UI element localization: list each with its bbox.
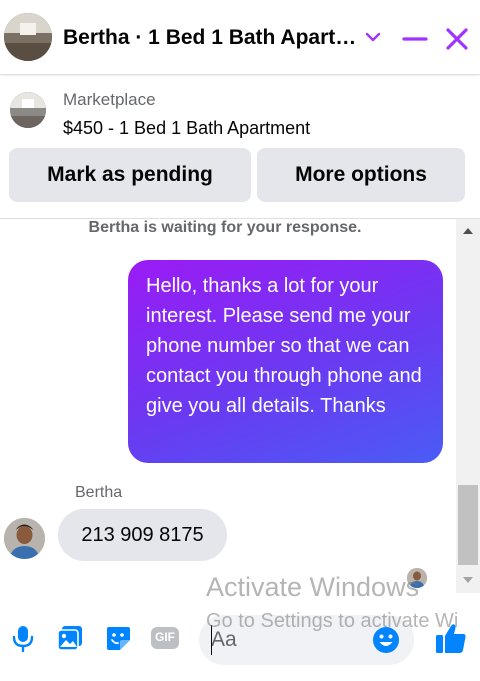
outgoing-message[interactable]: Hello, thanks a lot for your interest. P… <box>128 260 443 463</box>
close-icon[interactable] <box>442 24 472 54</box>
incoming-message[interactable]: 213 909 8175 <box>58 509 227 561</box>
thread-scrollbar[interactable] <box>456 219 480 593</box>
like-icon[interactable] <box>434 621 468 655</box>
minimize-icon[interactable] <box>400 24 430 54</box>
text-caret <box>211 625 212 655</box>
marketplace-card: Marketplace $450 - 1 Bed 1 Bath Apartmen… <box>0 74 480 219</box>
microphone-icon[interactable] <box>8 623 38 653</box>
sender-name: Bertha <box>75 484 123 501</box>
chat-header: Bertha · 1 Bed 1 Bath Apart… <box>0 0 480 74</box>
scroll-down-arrow-icon[interactable] <box>462 576 474 584</box>
sticker-icon[interactable] <box>103 623 133 653</box>
waiting-notice: Bertha is waiting for your response. <box>88 219 362 236</box>
message-thread[interactable]: Bertha is waiting for your response. Hel… <box>0 219 456 593</box>
more-options-button[interactable]: More options <box>257 148 465 202</box>
mark-as-pending-button[interactable]: Mark as pending <box>9 148 251 202</box>
read-receipt-avatar <box>407 568 427 588</box>
photo-icon[interactable] <box>55 623 85 653</box>
scroll-up-arrow-icon[interactable] <box>462 227 474 235</box>
emoji-icon[interactable] <box>371 625 401 655</box>
message-composer: GIF <box>0 593 480 681</box>
sender-avatar[interactable] <box>4 518 45 559</box>
message-input[interactable] <box>211 623 371 657</box>
chat-title[interactable]: Bertha · 1 Bed 1 Bath Apart… <box>63 26 356 50</box>
message-input-box[interactable] <box>199 615 414 665</box>
listing-title[interactable]: $450 - 1 Bed 1 Bath Apartment <box>63 118 310 139</box>
contact-avatar[interactable] <box>4 13 52 61</box>
gif-label: GIF <box>155 630 175 644</box>
scrollbar-thumb[interactable] <box>458 485 478 565</box>
chevron-down-icon[interactable] <box>364 30 382 44</box>
gif-icon[interactable]: GIF <box>150 623 180 653</box>
listing-thumbnail[interactable] <box>10 92 46 128</box>
marketplace-label: Marketplace <box>63 90 156 109</box>
